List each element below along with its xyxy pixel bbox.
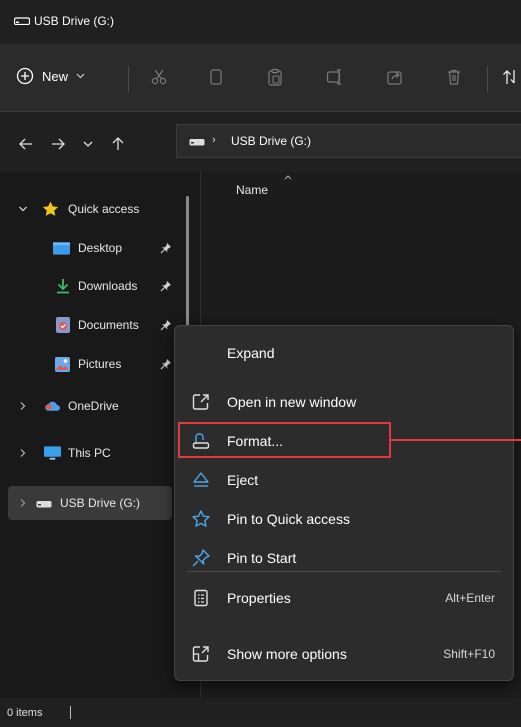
- usb-drive-icon: [14, 17, 30, 25]
- sidebar-item-desktop[interactable]: Desktop: [0, 233, 180, 263]
- menu-item-open-in-new-window[interactable]: Open in new window: [175, 384, 513, 420]
- menu-item-shortcut: Shift+F10: [443, 647, 495, 661]
- chevron-down-icon[interactable]: [18, 204, 28, 214]
- back-arrow-icon[interactable]: [18, 136, 34, 152]
- chevron-right-icon[interactable]: [18, 401, 28, 411]
- chevron-right-icon[interactable]: [18, 498, 28, 508]
- new-button-label: New: [42, 68, 69, 84]
- show-more-options-icon: [192, 646, 209, 662]
- window-title: USB Drive (G:): [34, 14, 115, 28]
- plus-circle-icon: [16, 67, 34, 85]
- menu-item-pin-to-quick-access[interactable]: Pin to Quick access: [175, 501, 513, 537]
- breadcrumb-location[interactable]: USB Drive (G:): [231, 134, 311, 148]
- sidebar-item-pictures[interactable]: Pictures: [0, 349, 180, 379]
- sidebar-item-onedrive[interactable]: OneDrive: [0, 391, 180, 421]
- callout-line: [391, 439, 521, 441]
- usb-drive-icon: [189, 139, 205, 146]
- share-icon[interactable]: [386, 68, 404, 86]
- onedrive-cloud-icon: [44, 399, 61, 413]
- download-arrow-icon: [54, 279, 71, 294]
- menu-item-label: Properties: [227, 590, 291, 606]
- address-bar[interactable]: › USB Drive (G:): [176, 124, 521, 158]
- sidebar-item-label: Desktop: [78, 241, 123, 255]
- star-icon: [42, 201, 59, 216]
- star-outline-icon: [192, 510, 210, 527]
- menu-item-label: Eject: [227, 472, 259, 488]
- open-new-window-icon: [192, 394, 209, 410]
- rename-icon[interactable]: [326, 68, 344, 86]
- up-arrow-icon[interactable]: [110, 136, 126, 152]
- status-bar: 0 items: [0, 698, 521, 727]
- sidebar-item-label: Documents: [78, 318, 139, 332]
- sort-ascending-chevron-icon: [284, 175, 292, 180]
- toolbar-divider: [487, 66, 488, 92]
- delete-icon[interactable]: [445, 68, 463, 86]
- sidebar-item-documents[interactable]: Documents: [0, 310, 180, 340]
- breadcrumb-chevron-icon[interactable]: ›: [212, 134, 216, 146]
- menu-item-properties[interactable]: Properties Alt+Enter: [175, 580, 513, 616]
- context-menu: Expand Open in new window Format... Ejec…: [174, 325, 514, 681]
- title-bar: USB Drive (G:): [0, 0, 521, 44]
- sidebar-item-downloads[interactable]: Downloads: [0, 271, 180, 301]
- paste-icon[interactable]: [266, 68, 284, 86]
- desktop-folder-icon: [53, 241, 70, 255]
- cut-icon[interactable]: [150, 68, 168, 86]
- item-count: 0 items: [7, 707, 43, 719]
- eject-icon: [193, 472, 209, 487]
- menu-item-eject[interactable]: Eject: [175, 462, 513, 498]
- pin-icon: [160, 281, 171, 292]
- sort-icon[interactable]: [502, 68, 520, 86]
- sidebar-item-label: USB Drive (G:): [60, 496, 141, 510]
- status-divider: [70, 706, 71, 719]
- sidebar-item-usb-drive[interactable]: USB Drive (G:): [8, 488, 172, 518]
- menu-item-show-more-options[interactable]: Show more options Shift+F10: [175, 636, 513, 672]
- forward-arrow-icon[interactable]: [50, 136, 66, 152]
- column-header-name[interactable]: Name: [236, 183, 268, 197]
- sidebar-item-this-pc[interactable]: This PC: [0, 438, 180, 468]
- sidebar-item-label: Pictures: [78, 357, 122, 371]
- properties-icon: [194, 589, 208, 607]
- pictures-icon: [54, 356, 71, 372]
- pin-icon: [160, 359, 171, 370]
- menu-item-expand[interactable]: Expand: [175, 335, 513, 371]
- toolbar-divider: [128, 66, 129, 92]
- pin-outline-icon: [192, 549, 210, 567]
- sidebar-item-quick-access[interactable]: Quick access: [0, 194, 180, 224]
- menu-item-label: Show more options: [227, 646, 347, 662]
- sidebar-item-label: Downloads: [78, 279, 138, 293]
- new-button[interactable]: New: [16, 65, 85, 87]
- format-highlight-box: [178, 422, 391, 458]
- computer-monitor-icon: [44, 445, 61, 460]
- copy-icon[interactable]: [207, 68, 225, 86]
- sidebar-item-label: OneDrive: [68, 399, 119, 413]
- documents-icon: [54, 317, 71, 333]
- menu-item-label: Pin to Start: [227, 550, 297, 566]
- usb-drive-icon: [36, 501, 52, 508]
- pin-icon: [160, 243, 171, 254]
- menu-item-label: Expand: [227, 345, 275, 361]
- command-bar: New: [0, 44, 521, 112]
- pin-icon: [160, 320, 171, 331]
- menu-item-shortcut: Alt+Enter: [445, 591, 495, 605]
- menu-separator: [187, 571, 501, 572]
- recent-locations-chevron-icon[interactable]: [80, 136, 96, 152]
- sidebar-item-label: This PC: [68, 446, 111, 460]
- menu-item-label: Pin to Quick access: [227, 511, 350, 527]
- menu-item-label: Open in new window: [227, 394, 357, 410]
- chevron-right-icon[interactable]: [18, 448, 28, 458]
- sidebar-item-label: Quick access: [68, 202, 140, 216]
- chevron-down-icon: [76, 73, 85, 79]
